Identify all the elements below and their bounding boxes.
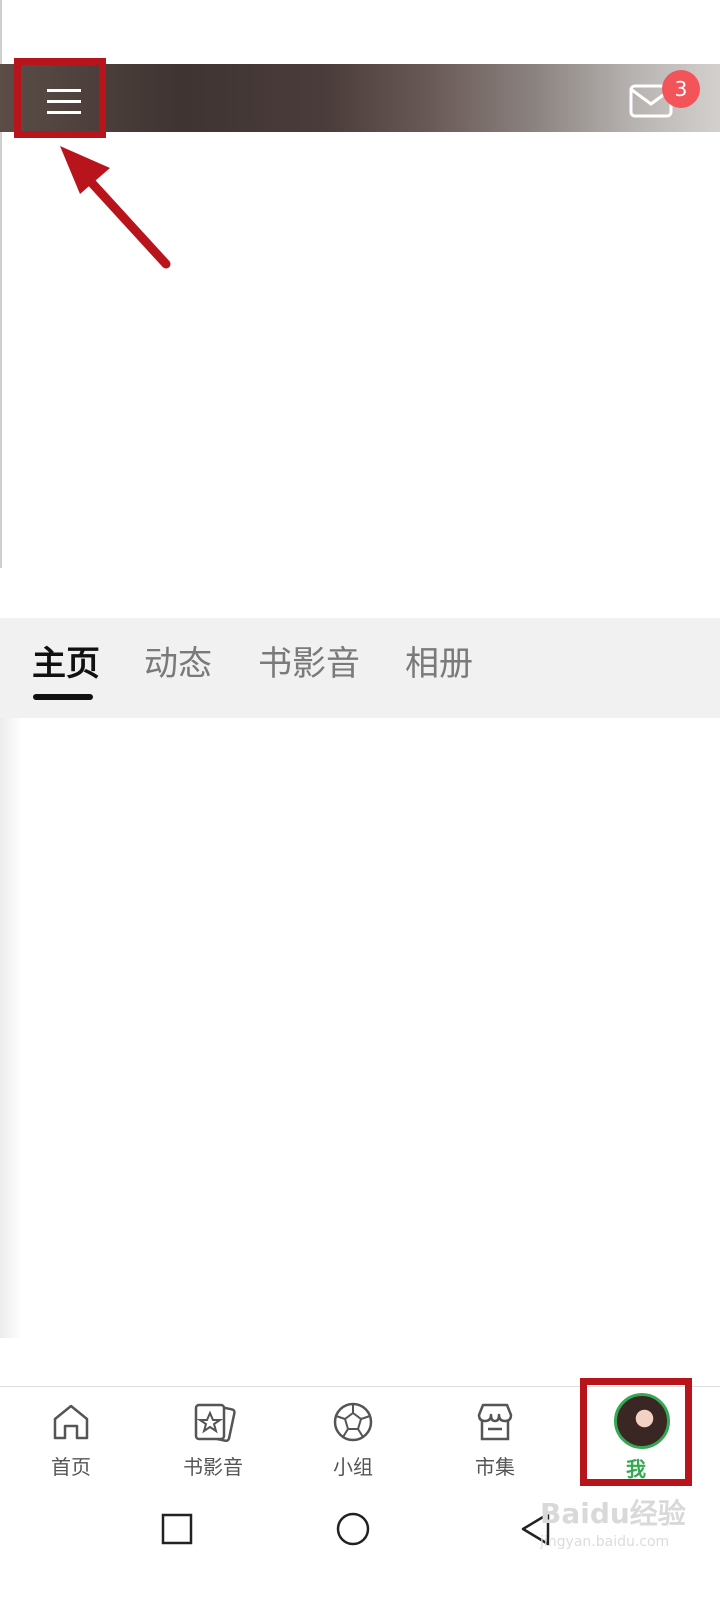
menu-button[interactable] [14,58,106,138]
recent-apps-icon[interactable] [160,1512,194,1546]
home-icon [53,1404,89,1440]
mail-badge: 3 [662,70,700,108]
watermark: Baidu经验 [540,1497,686,1530]
annotation-arrow [60,146,171,269]
group-ball-icon [333,1402,373,1442]
profile-tabs: 主页 动态 书影音 相册 [0,618,720,718]
nav-item-home[interactable]: 首页 [16,1387,126,1491]
nav-item-groups[interactable]: 小组 [298,1387,408,1491]
star-card-icon [194,1403,236,1443]
tab-books-movies-music[interactable]: 书影音 [258,636,360,685]
nav-item-books-movies-music[interactable]: 书影音 [158,1387,268,1491]
avatar [614,1393,670,1449]
nav-label-home: 首页 [51,1455,91,1479]
tab-home[interactable]: 主页 [32,636,100,685]
active-tab-indicator [33,694,93,700]
market-icon [477,1403,513,1441]
nav-label-me: 我 [626,1457,646,1481]
content-area-edge [0,718,22,1338]
tab-activity[interactable]: 动态 [144,636,212,685]
home-circle-icon[interactable] [334,1510,372,1548]
nav-label-groups: 小组 [333,1455,373,1479]
menu-icon [47,89,81,114]
profile-header-banner [0,64,720,132]
nav-item-market[interactable]: 市集 [440,1387,550,1491]
nav-item-me[interactable]: 我 [580,1378,692,1486]
nav-label-books-movies-music: 书影音 [183,1455,243,1479]
tab-album[interactable]: 相册 [405,636,473,685]
watermark-url: jingyan.baidu.com [540,1534,670,1550]
nav-label-market: 市集 [475,1455,515,1479]
